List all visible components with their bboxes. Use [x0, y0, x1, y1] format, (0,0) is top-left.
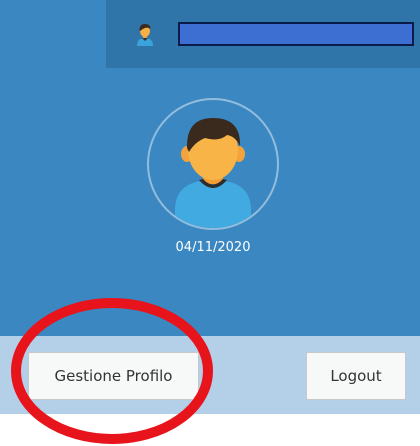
- user-avatar-icon: [137, 24, 153, 46]
- avatar: [147, 98, 279, 230]
- user-panel: 04/11/2020 Gestione Profilo Logout: [0, 0, 420, 446]
- username-field: [178, 22, 414, 46]
- logout-button[interactable]: Logout: [306, 352, 406, 400]
- date-label: 04/11/2020: [175, 240, 251, 255]
- profile-management-button[interactable]: Gestione Profilo: [28, 352, 199, 400]
- person-avatar-icon: [175, 118, 251, 228]
